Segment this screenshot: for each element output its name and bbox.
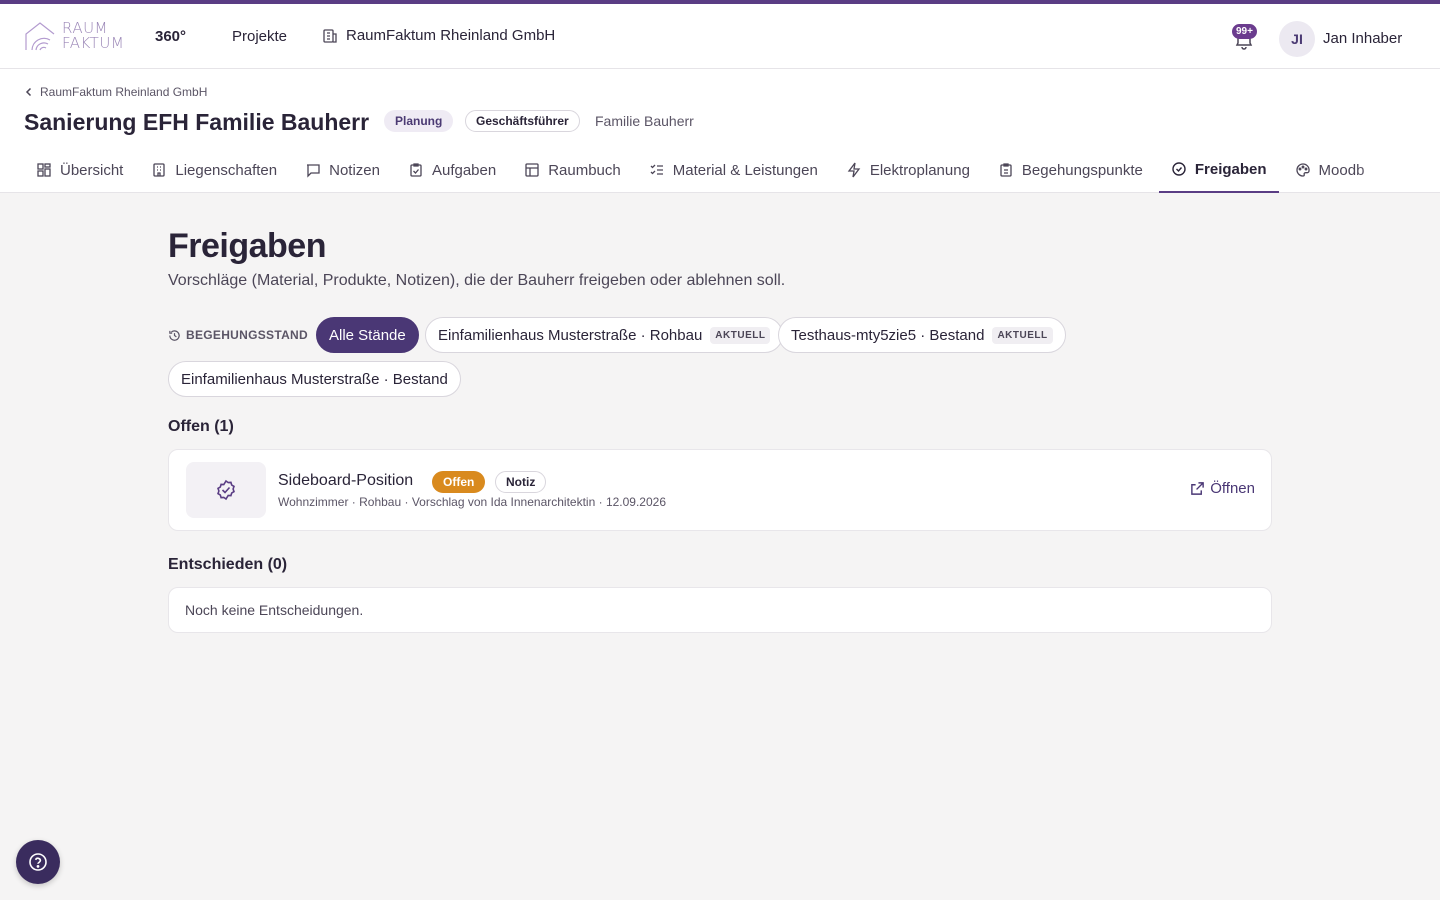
page-subtitle: Vorschläge (Material, Produkte, Notizen)… <box>168 272 786 289</box>
approval-item[interactable]: Sideboard-Position Offen Notiz Wohnzimme… <box>168 449 1272 531</box>
filter-label: BEGEHUNGSSTAND <box>168 328 308 342</box>
filter-chip-all[interactable]: Alle Stände <box>316 317 419 353</box>
chevron-left-icon <box>25 87 32 97</box>
item-thumbnail <box>186 462 266 518</box>
clipboard-icon <box>1000 163 1012 177</box>
history-icon <box>169 329 180 341</box>
role-badge: Geschäftsführer <box>465 110 580 132</box>
chip-label: Einfamilienhaus Musterstraße · Bestand <box>181 370 448 388</box>
palette-icon <box>1295 163 1310 177</box>
decided-empty-card: Noch keine Entscheidungen. <box>168 587 1272 633</box>
tab-label: Notizen <box>329 161 380 179</box>
chip-label: Alle Stände <box>329 326 406 344</box>
help-button[interactable] <box>16 840 60 884</box>
decided-section-heading: Entschieden (0) <box>168 556 288 573</box>
logo-suffix: 360° <box>155 28 187 45</box>
building-icon <box>323 28 337 43</box>
bolt-icon <box>847 162 861 178</box>
tab-label: Material & Leistungen <box>672 161 818 179</box>
logo[interactable]: RAUM FAKTUM <box>24 20 124 52</box>
current-badge: AKTUELL <box>710 326 771 344</box>
phase-badge: Planung <box>384 110 454 132</box>
current-badge: AKTUELL <box>992 326 1053 344</box>
building-icon <box>153 163 166 177</box>
item-meta: Wohnzimmer · Rohbau · Vorschlag von Ida … <box>278 495 666 509</box>
nav-projekte[interactable]: Projekte <box>232 28 287 45</box>
empty-state-text: Noch keine Entscheidungen. <box>185 602 364 618</box>
tab-label: Aufgaben <box>431 161 497 179</box>
status-badge: Offen <box>432 471 486 493</box>
chip-label: Einfamilienhaus Musterstraße · Rohbau <box>438 326 703 344</box>
top-bar: RAUM FAKTUM 360° Projekte RaumFaktum Rhe… <box>0 0 1440 69</box>
help-icon <box>29 853 47 871</box>
project-tabs: Übersicht Liegenschaften Notizen Aufgabe… <box>24 149 1416 193</box>
user-name[interactable]: Jan Inhaber <box>1323 30 1402 47</box>
filter-chip-efh-rohbau[interactable]: Einfamilienhaus Musterstraße · Rohbau AK… <box>425 317 784 353</box>
tab-aufgaben[interactable]: Aufgaben <box>396 149 508 191</box>
tab-label: Übersicht <box>60 161 124 179</box>
client-name: Familie Bauherr <box>595 113 694 129</box>
tab-begehungspunkte[interactable]: Begehungspunkte <box>986 149 1155 191</box>
tab-liegenschaften[interactable]: Liegenschaften <box>139 149 289 191</box>
tab-uebersicht[interactable]: Übersicht <box>24 149 135 191</box>
breadcrumb-label: RaumFaktum Rheinland GmbH <box>40 85 208 99</box>
tab-material-leistungen[interactable]: Material & Leistungen <box>637 149 830 191</box>
page-title: Freigaben <box>168 227 326 265</box>
project-header: RaumFaktum Rheinland GmbH Sanierung EFH … <box>0 69 1440 193</box>
open-button-label: Öffnen <box>1210 480 1255 497</box>
nav-company-label: RaumFaktum Rheinland GmbH <box>346 27 556 44</box>
logo-wordmark: RAUM FAKTUM <box>62 21 124 51</box>
tab-freigaben[interactable]: Freigaben <box>1158 149 1279 193</box>
logo-house-icon <box>25 22 55 51</box>
notification-badge: 99+ <box>1232 24 1257 39</box>
tab-label: Begehungspunkte <box>1021 161 1143 179</box>
tab-label: Raumbuch <box>548 161 621 179</box>
check-badge-icon <box>1172 162 1186 176</box>
tab-label: Liegenschaften <box>175 161 278 179</box>
check-badge-icon <box>217 479 235 501</box>
external-link-icon <box>1191 482 1205 495</box>
grid-icon <box>37 163 51 177</box>
type-badge: Notiz <box>495 471 547 493</box>
item-title: Sideboard-Position <box>278 472 414 489</box>
nav-company[interactable]: RaumFaktum Rheinland GmbH <box>322 27 555 44</box>
tab-notizen[interactable]: Notizen <box>293 149 392 191</box>
project-title: Sanierung EFH Familie Bauherr <box>24 109 370 135</box>
filter-label-text: BEGEHUNGSSTAND <box>186 328 308 342</box>
open-section-heading: Offen (1) <box>168 418 234 435</box>
tab-label: Elektroplanung <box>869 161 970 179</box>
filter-chip-efh-bestand[interactable]: Einfamilienhaus Musterstraße · Bestand <box>168 361 461 397</box>
filter-chip-testhaus-bestand[interactable]: Testhaus-mty5zie5 · Bestand AKTUELL <box>778 317 1066 353</box>
tab-elektroplanung[interactable]: Elektroplanung <box>834 149 982 191</box>
open-button[interactable]: Öffnen <box>1190 480 1255 497</box>
tabs-fade <box>1356 148 1416 192</box>
tab-label: Freigaben <box>1194 160 1267 178</box>
clipboard-check-icon <box>410 163 422 177</box>
avatar[interactable]: JI <box>1279 21 1315 57</box>
table-icon <box>525 163 539 177</box>
tab-raumbuch[interactable]: Raumbuch <box>512 149 633 191</box>
list-check-icon <box>650 164 663 175</box>
breadcrumb[interactable]: RaumFaktum Rheinland GmbH <box>24 85 207 99</box>
chip-label: Testhaus-mty5zie5 · Bestand <box>791 326 985 344</box>
logo-line-2: FAKTUM <box>62 34 125 52</box>
message-icon <box>307 164 320 178</box>
